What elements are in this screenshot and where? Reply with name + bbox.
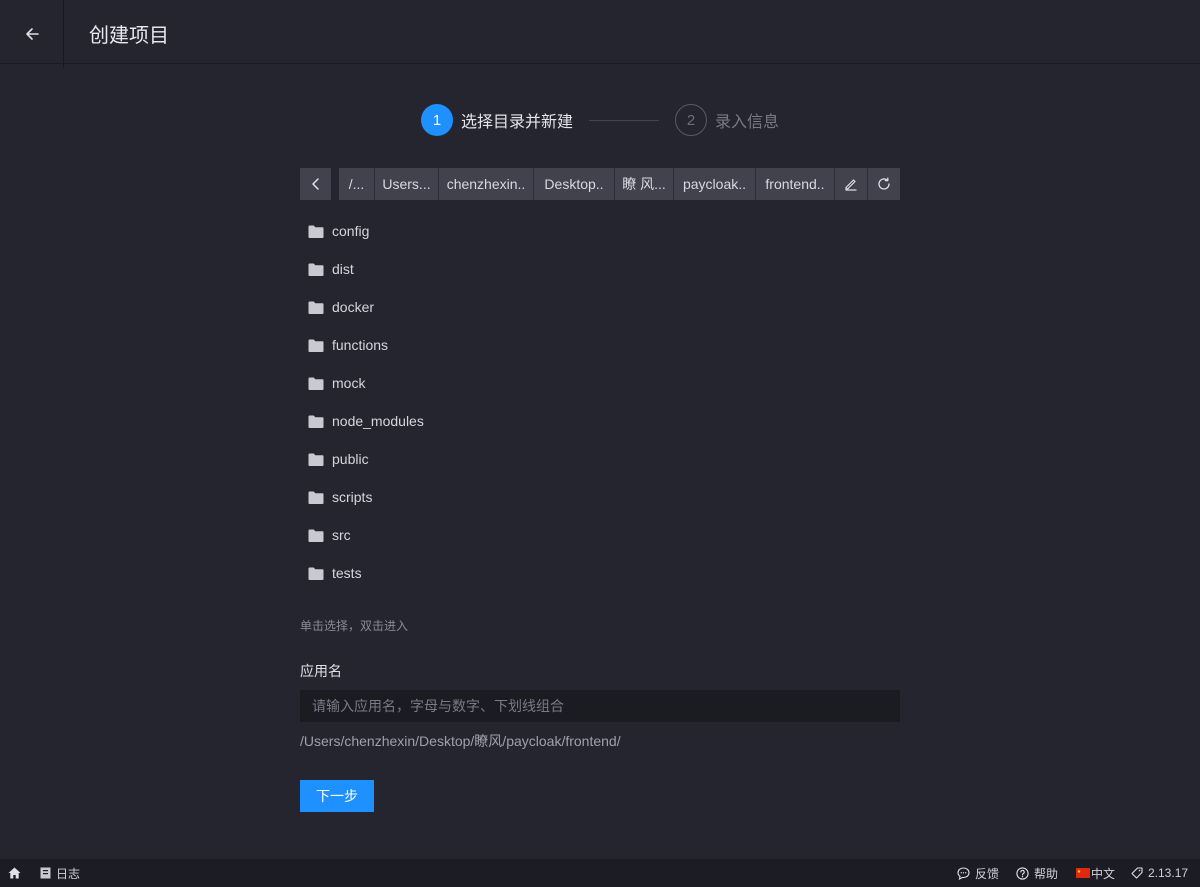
folder-item[interactable]: tests xyxy=(300,554,900,592)
edit-path-button[interactable] xyxy=(834,168,867,200)
folder-icon xyxy=(308,263,324,276)
folder-icon xyxy=(308,529,324,542)
folder-icon xyxy=(308,567,324,580)
home-icon xyxy=(8,867,21,879)
folder-item[interactable]: mock xyxy=(300,364,900,402)
chat-bubble-icon xyxy=(957,866,970,880)
step-1-indicator: 1 xyxy=(421,104,453,136)
folder-item[interactable]: dist xyxy=(300,250,900,288)
full-path-text: /Users/chenzhexin/Desktop/瞭风/paycloak/fr… xyxy=(300,733,621,749)
feedback-label: 反馈 xyxy=(975,866,1000,881)
log-button[interactable]: 日志 xyxy=(40,859,80,887)
folder-name: dist xyxy=(332,261,354,277)
folder-name: public xyxy=(332,451,369,467)
back-button[interactable] xyxy=(0,0,64,68)
help-label: 帮助 xyxy=(1034,866,1059,881)
folder-item[interactable]: node_modules xyxy=(300,402,900,440)
folder-icon xyxy=(308,453,324,466)
folder-icon xyxy=(308,225,324,238)
folder-name: tests xyxy=(332,565,362,581)
step-connector xyxy=(589,119,660,121)
breadcrumb-item[interactable]: paycloak.. xyxy=(674,168,756,200)
breadcrumb-item[interactable]: Desktop.. xyxy=(534,168,615,200)
folder-name: node_modules xyxy=(332,413,424,429)
version-button[interactable]: 2.13.17 xyxy=(1131,859,1188,887)
breadcrumb-tools xyxy=(834,168,900,200)
refresh-icon xyxy=(878,177,890,190)
home-button[interactable] xyxy=(8,859,26,887)
feedback-button[interactable]: 反馈 xyxy=(957,859,999,887)
folder-icon xyxy=(308,377,324,390)
folder-name: src xyxy=(332,527,351,543)
app-name-input[interactable] xyxy=(300,690,900,722)
header: 创建项目 xyxy=(0,0,1200,68)
language-label: 中文 xyxy=(1091,866,1116,881)
breadcrumb-item[interactable]: frontend.. xyxy=(756,168,834,200)
page-title: 创建项目 xyxy=(89,23,169,47)
question-circle-icon xyxy=(1016,866,1029,880)
folder-item[interactable]: src xyxy=(300,516,900,554)
help-button[interactable]: 帮助 xyxy=(1016,859,1058,887)
language-button[interactable]: 中文 xyxy=(1076,859,1115,887)
hint-text: 单击选择，双击进入 xyxy=(300,619,409,633)
folder-name: scripts xyxy=(332,489,373,505)
refresh-button[interactable] xyxy=(867,168,900,200)
folder-icon xyxy=(308,415,324,428)
breadcrumb-item[interactable]: 瞭 风... xyxy=(615,168,674,200)
folder-item[interactable]: config xyxy=(300,212,900,250)
step-2-indicator: 2 xyxy=(675,104,708,136)
folder-icon xyxy=(308,301,324,314)
version-label: 2.13.17 xyxy=(1148,866,1189,880)
status-bar: 日志 反馈 帮助 中文 2.13.17 xyxy=(0,859,1200,887)
breadcrumb-item[interactable]: Users... xyxy=(375,168,439,200)
folder-item[interactable]: functions xyxy=(300,326,900,364)
tag-icon xyxy=(1131,867,1143,879)
arrow-left-icon xyxy=(25,28,39,40)
folder-icon xyxy=(308,339,324,352)
step-2-label: 录入信息 xyxy=(715,114,780,131)
next-step-button[interactable]: 下一步 xyxy=(300,780,374,812)
log-icon xyxy=(40,867,51,879)
folder-item[interactable]: docker xyxy=(300,288,900,326)
app-name-label: 应用名 xyxy=(300,663,342,679)
edit-icon xyxy=(845,179,857,191)
folder-item[interactable]: scripts xyxy=(300,478,900,516)
breadcrumb-item[interactable]: chenzhexin.. xyxy=(439,168,534,200)
breadcrumb: /... Users... chenzhexin.. Desktop.. 瞭 风… xyxy=(339,168,900,200)
steps: 1 选择目录并新建 2 录入信息 xyxy=(421,104,779,136)
log-label: 日志 xyxy=(56,866,81,881)
folder-icon xyxy=(308,491,324,504)
folder-name: mock xyxy=(332,375,366,391)
step-1-label: 选择目录并新建 xyxy=(461,114,574,131)
cn-flag-icon xyxy=(1076,868,1090,878)
path-back-button[interactable] xyxy=(300,168,331,200)
folder-item[interactable]: public xyxy=(300,440,900,478)
chevron-left-icon xyxy=(311,178,319,190)
folder-list: config dist docker functions mock node_module… xyxy=(300,212,900,592)
folder-name: functions xyxy=(332,337,389,353)
breadcrumb-item[interactable]: /... xyxy=(339,168,375,200)
folder-name: docker xyxy=(332,299,375,315)
folder-name: config xyxy=(332,223,370,239)
